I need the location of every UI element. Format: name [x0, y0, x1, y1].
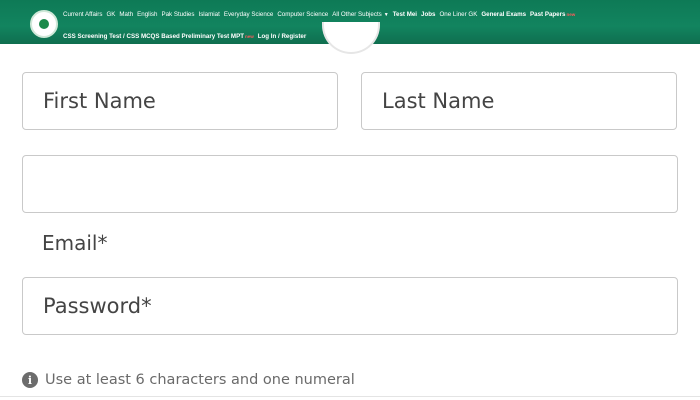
nav-link-label: GK — [106, 11, 116, 18]
last-name-field[interactable]: Last Name — [361, 72, 677, 130]
nav-link-label: Past Papers — [530, 11, 566, 18]
nav-link[interactable]: CSS Screening Test / CSS MCQS Based Prel… — [63, 33, 254, 40]
nav-link[interactable]: Math — [119, 11, 133, 18]
first-name-field[interactable]: First Name — [22, 72, 338, 130]
last-name-placeholder: Last Name — [382, 89, 495, 113]
nav-link[interactable]: GK — [106, 11, 115, 18]
nav-link[interactable]: Log In / Register — [258, 33, 306, 40]
nav-link[interactable]: Test Mei — [393, 11, 417, 18]
first-name-placeholder: First Name — [43, 89, 156, 113]
nav-link-label: Current Affairs — [63, 11, 103, 18]
nav-link-label: Test Mei — [392, 11, 418, 18]
avatar-placeholder — [322, 22, 380, 54]
nav-link[interactable]: All Other Subjects ▼ — [332, 11, 388, 18]
nav-link[interactable]: Current Affairs — [63, 11, 102, 18]
nav-link[interactable]: Jobs — [421, 11, 435, 18]
divider — [0, 396, 700, 397]
password-hint: i Use at least 6 characters and one nume… — [22, 372, 355, 388]
nav-link[interactable]: Computer Science — [277, 11, 328, 18]
nav-link-label: Log In / Register — [257, 33, 307, 40]
nav-link[interactable]: General Exams — [481, 11, 526, 18]
nav-link-label: One Liner GK — [439, 11, 478, 18]
site-logo[interactable] — [30, 10, 58, 38]
new-badge: new — [244, 34, 254, 39]
nav-row-primary: Current Affairs GK Math English Pak Studies I… — [63, 11, 579, 19]
nav-row-secondary: CSS Screening Test / CSS MCQS Based Prel… — [63, 33, 310, 41]
nav-link-label: English — [137, 11, 158, 18]
nav-link[interactable]: English — [137, 11, 157, 18]
nav-link-label: Computer Science — [277, 11, 329, 18]
email-label: Email* — [42, 231, 108, 255]
nav-link[interactable]: Everyday Science — [224, 11, 274, 18]
password-field[interactable]: Password* — [22, 277, 678, 335]
password-placeholder: Password* — [43, 294, 152, 318]
nav-link[interactable]: One Liner GK — [439, 11, 477, 18]
nav-link-label: Math — [119, 11, 134, 18]
info-icon: i — [22, 372, 38, 388]
nav-link-label: Everyday Science — [223, 11, 274, 18]
nav-link-label: CSS Screening Test / CSS MCQS Based Prel… — [63, 33, 244, 40]
nav-link[interactable]: Islamiat — [198, 11, 219, 18]
nav-link[interactable]: Pak Studies — [161, 11, 194, 18]
nav-link-label: All Other Subjects — [332, 11, 382, 18]
nav-link[interactable]: Past Papersnew — [530, 11, 575, 18]
blank-input-field[interactable] — [22, 155, 678, 213]
nav-link-label: Jobs — [421, 11, 436, 18]
nav-link-label: Islamiat — [198, 11, 220, 18]
nav-link-label: Pak Studies — [161, 11, 195, 18]
password-hint-text: Use at least 6 characters and one numera… — [45, 372, 355, 388]
caret-down-icon: ▼ — [383, 12, 389, 18]
nav-link-label: General Exams — [481, 11, 527, 18]
new-badge: new — [566, 12, 576, 17]
